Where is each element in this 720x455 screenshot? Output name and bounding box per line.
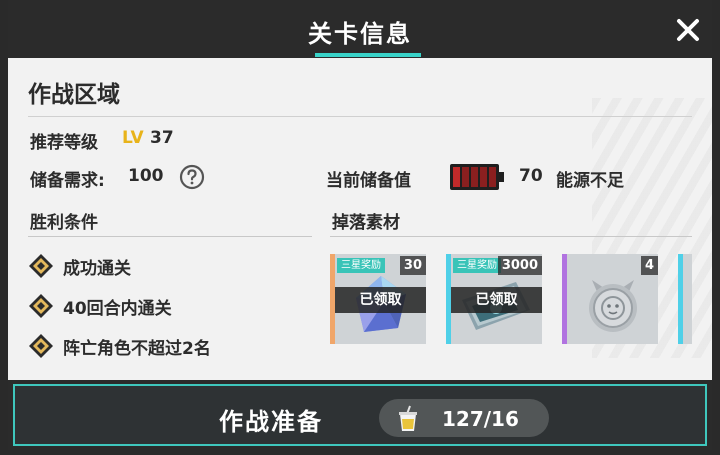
item-count: 4: [640, 256, 658, 275]
victory-conditions-label: 胜利条件: [30, 213, 98, 233]
energy-status: 能源不足: [556, 171, 624, 191]
dialog-title: 关卡信息: [308, 20, 412, 48]
question-circle-icon[interactable]: [179, 164, 205, 190]
close-icon[interactable]: [668, 10, 708, 50]
reserve-requirement-label: 储备需求:: [30, 171, 105, 191]
level-prefix: LV: [122, 128, 144, 148]
dialog-header: 关卡信息: [8, 0, 712, 58]
area-title: 作战区域: [28, 82, 120, 108]
stage-info-panel: 作战区域 推荐等级 LV 37 储备需求: 100 当前储备值 70 能源不足 …: [8, 58, 712, 380]
battle-prepare-button[interactable]: 作战准备 127/16: [13, 384, 707, 446]
drop-item[interactable]: 4: [562, 254, 658, 344]
stamina-value: 127/16: [442, 407, 519, 431]
victory-condition-text: 成功通关: [63, 259, 131, 279]
rarity-edge: [562, 254, 567, 344]
drop-materials-label: 掉落素材: [332, 213, 400, 233]
divider: [330, 236, 692, 237]
claimed-label: 已领取: [335, 287, 426, 313]
diamond-bullet-icon: [29, 294, 53, 318]
drop-item[interactable]: 三星奖励 30 已领取: [330, 254, 426, 344]
diamond-bullet-icon: [29, 254, 53, 278]
victory-condition-text: 阵亡角色不超过2名: [63, 339, 211, 359]
battle-prepare-label: 作战准备: [219, 408, 323, 436]
three-star-reward-badge: 三星奖励: [337, 258, 385, 273]
three-star-reward-badge: 三星奖励: [453, 258, 501, 273]
drop-item[interactable]: 三星奖励 3000 已领取: [446, 254, 542, 344]
item-count: 30: [399, 256, 426, 275]
item-count: 3000: [497, 256, 542, 275]
bottom-bar: 作战准备 127/16: [8, 380, 712, 450]
battery-low-icon: [450, 164, 504, 190]
divider: [28, 236, 312, 237]
rarity-edge: [678, 254, 683, 344]
current-reserve-value: 70: [519, 166, 543, 186]
recommended-level-label: 推荐等级: [30, 133, 98, 153]
current-reserve-label: 当前储备值: [326, 171, 411, 191]
drop-item[interactable]: [678, 254, 692, 344]
silver-cat-coin-icon: [589, 280, 637, 332]
reserve-requirement-value: 100: [128, 166, 164, 186]
victory-condition-text: 40回合内通关: [63, 299, 172, 319]
drink-cup-icon: [399, 405, 417, 431]
stage-info-dialog: 关卡信息 作战区域 推荐等级 LV 37 储备需求: 100 当前储备值 70 …: [0, 0, 720, 455]
stamina-cost: 127/16: [379, 399, 549, 437]
diamond-bullet-icon: [29, 334, 53, 358]
title-underline: [315, 53, 421, 57]
claimed-label: 已领取: [451, 287, 542, 313]
divider: [28, 116, 692, 117]
recommended-level-value: 37: [150, 128, 174, 148]
